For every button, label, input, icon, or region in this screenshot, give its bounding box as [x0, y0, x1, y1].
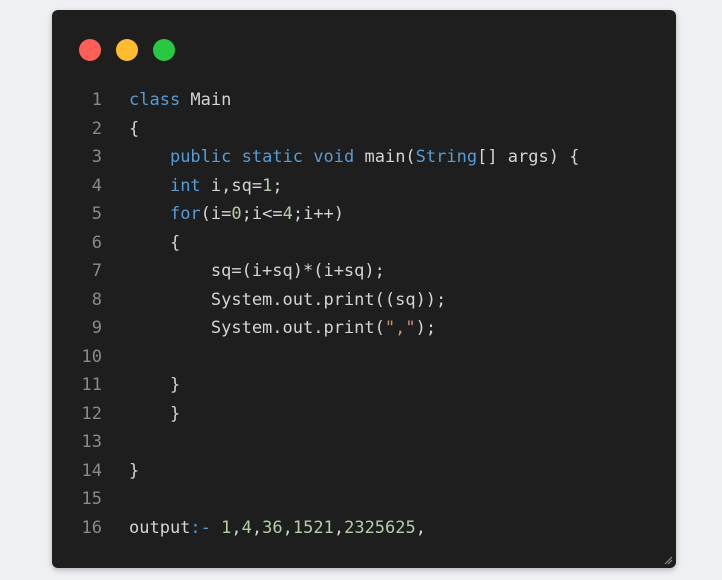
code-token: ,	[231, 517, 242, 538]
code-token: System.out.print((sq));	[129, 289, 447, 310]
code-text: {	[129, 115, 139, 144]
code-token: class	[129, 90, 181, 110]
line-number: 12	[81, 403, 102, 424]
code-token: );	[415, 318, 437, 338]
code-token: }	[129, 375, 181, 395]
code-token: ;i<=	[241, 204, 283, 224]
code-token: 4	[282, 204, 293, 224]
close-icon[interactable]	[79, 39, 101, 61]
code-token: ,	[333, 517, 345, 538]
code-text: int i,sq=1;	[129, 172, 283, 201]
code-text: sq=(i+sq)*(i+sq);	[129, 257, 385, 286]
code-line: 1 class Main	[52, 86, 676, 115]
code-token: ;i++)	[292, 204, 345, 224]
code-token: 1521	[292, 517, 334, 538]
minimize-icon[interactable]	[116, 39, 138, 61]
line-number: 1	[91, 90, 102, 110]
code-token: ,	[282, 517, 293, 538]
line-number: 15	[81, 489, 102, 509]
code-token: 36	[262, 517, 283, 538]
code-token: }	[129, 460, 140, 481]
code-token: Main	[180, 90, 232, 110]
code-token: ,	[251, 517, 263, 538]
line-number: 5	[91, 204, 102, 224]
code-token: }	[129, 403, 181, 424]
resize-handle-icon[interactable]	[663, 555, 673, 565]
line-number: 14	[81, 460, 102, 481]
code-text: public static void main(String[] args) {	[129, 143, 580, 172]
code-line: 13	[52, 428, 676, 457]
code-window: 1 class Main 2{3 public static void main(S…	[52, 10, 676, 568]
code-token: public	[169, 147, 232, 167]
line-number: 6	[91, 232, 102, 253]
window-controls	[79, 39, 175, 61]
code-line: 2{	[52, 115, 676, 144]
code-token: ","	[384, 318, 416, 338]
line-number: 11	[81, 375, 102, 395]
code-token: String	[415, 147, 478, 167]
code-line: 10	[52, 343, 676, 372]
line-number: 2	[91, 118, 102, 139]
code-text: System.out.print(",");	[129, 314, 436, 343]
code-token: 2325625	[344, 517, 416, 538]
code-token: for	[169, 204, 201, 224]
code-line: 4 int i,sq=1;	[52, 172, 676, 201]
line-number: 10	[81, 346, 102, 367]
line-number: 3	[91, 147, 102, 167]
code-token: sq=(i+sq)*(i+sq);	[129, 261, 385, 281]
code-token: :-	[190, 517, 211, 538]
code-token: System.out.print(	[129, 318, 385, 338]
maximize-icon[interactable]	[153, 39, 175, 61]
code-line: 11 }	[52, 371, 676, 400]
code-token: [] args) {	[477, 147, 580, 167]
code-token: ,	[415, 517, 426, 538]
code-line: 16 output:- 1,4,36,1521,2325625,	[52, 514, 676, 543]
code-token: static	[241, 147, 304, 167]
code-text: output:- 1,4,36,1521,2325625,	[129, 514, 426, 543]
code-text: class Main	[129, 86, 231, 115]
code-text: }	[129, 400, 180, 429]
code-token: (i=	[200, 204, 232, 224]
code-token: int	[169, 175, 201, 196]
line-number: 9	[91, 318, 102, 338]
code-text: }	[129, 371, 180, 400]
code-token: 4	[241, 517, 252, 538]
code-token: i,sq=	[200, 175, 263, 196]
line-number: 7	[91, 261, 102, 281]
code-token: main(	[354, 147, 416, 167]
code-token: {	[129, 118, 140, 139]
code-token: 1	[262, 175, 273, 196]
code-line: 12 }	[52, 400, 676, 429]
code-line: 5 for(i=0;i<=4;i++)	[52, 200, 676, 229]
line-number: 8	[91, 289, 102, 310]
code-text: for(i=0;i<=4;i++)	[129, 200, 344, 229]
code-token: 0	[231, 204, 242, 224]
code-editor[interactable]: 1 class Main 2{3 public static void main(S…	[52, 86, 676, 542]
line-number: 16	[81, 517, 102, 538]
line-number: 13	[81, 432, 102, 452]
code-token: output	[129, 517, 191, 538]
code-text: {	[129, 229, 180, 258]
code-token: ;	[272, 175, 283, 196]
code-text: }	[129, 457, 139, 486]
code-text: System.out.print((sq));	[129, 286, 446, 315]
code-line: 7 sq=(i+sq)*(i+sq);	[52, 257, 676, 286]
code-line: 6 {	[52, 229, 676, 258]
code-token: 1	[221, 517, 232, 538]
code-token: {	[129, 232, 181, 253]
code-line: 15	[52, 485, 676, 514]
code-line: 9 System.out.print(",");	[52, 314, 676, 343]
code-line: 8 System.out.print((sq));	[52, 286, 676, 315]
code-line: 3 public static void main(String[] args)…	[52, 143, 676, 172]
line-number: 4	[91, 175, 102, 196]
code-line: 14}	[52, 457, 676, 486]
code-token: void	[313, 147, 355, 167]
